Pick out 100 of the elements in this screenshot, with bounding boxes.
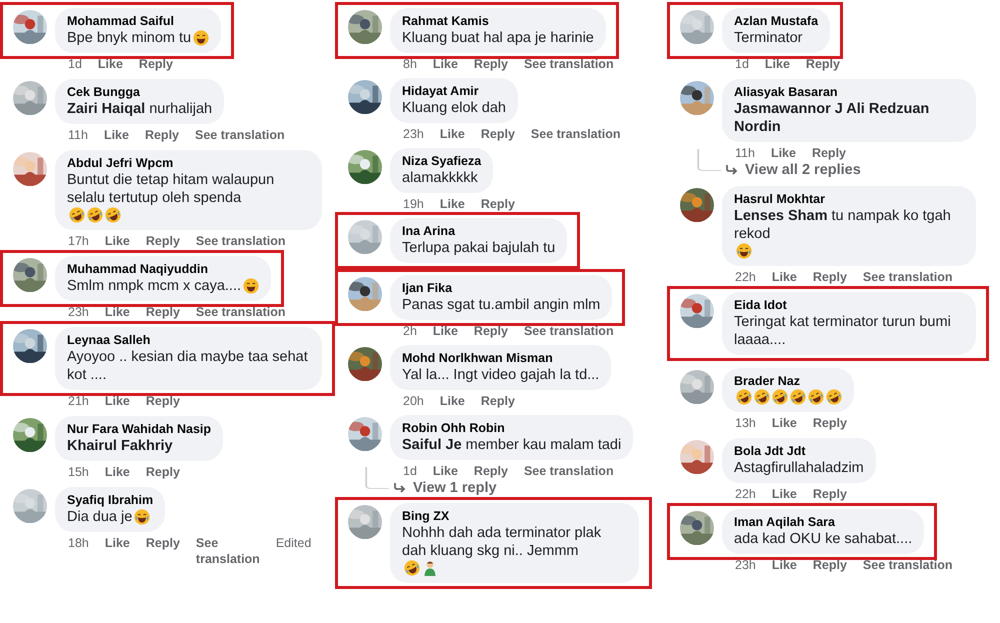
comment-time[interactable]: 23h	[68, 304, 89, 320]
action-link[interactable]: Reply	[146, 393, 180, 409]
comment-time[interactable]: 1d	[735, 56, 749, 72]
action-link[interactable]: Reply	[474, 323, 508, 339]
commenter-name[interactable]: Syafiq Ibrahim	[67, 492, 154, 508]
commenter-name[interactable]: Cek Bungga	[67, 84, 212, 100]
comment-time[interactable]: 13h	[735, 415, 756, 431]
action-link[interactable]: Like	[440, 393, 465, 409]
comment-time[interactable]: 11h	[735, 145, 755, 161]
action-link[interactable]: See translation	[530, 126, 621, 142]
action-link[interactable]: Like	[440, 126, 465, 142]
action-link[interactable]: Reply	[812, 415, 847, 431]
action-link[interactable]: Like	[772, 557, 797, 573]
action-link[interactable]: See translation	[524, 463, 614, 479]
thread-line	[365, 467, 389, 489]
commenter-name[interactable]: Iman Aqilah Sara	[734, 514, 912, 530]
action-link[interactable]: Like	[432, 323, 458, 339]
comment-text: Terminator	[734, 29, 802, 47]
comment-time[interactable]: 19h	[403, 196, 424, 212]
tagged-name[interactable]: Khairul Fakhriy	[67, 437, 173, 455]
action-link[interactable]: See translation	[196, 535, 260, 567]
action-link[interactable]: See translation	[524, 323, 614, 339]
action-link[interactable]: Like	[104, 393, 130, 409]
comment-time[interactable]: 8h	[403, 56, 417, 72]
commenter-name[interactable]: Eida Idot	[734, 297, 964, 313]
action-link[interactable]: Reply	[812, 269, 847, 285]
comment-text: Panas sgat tu.ambil angin mlm	[402, 296, 600, 314]
action-link[interactable]: See translation	[862, 557, 953, 573]
action-link[interactable]: Reply	[812, 145, 846, 161]
comment-time[interactable]: 23h	[403, 126, 424, 142]
action-link[interactable]: Reply	[146, 304, 180, 320]
action-link[interactable]: Reply	[474, 56, 508, 72]
comment-time[interactable]: 1d	[68, 56, 82, 72]
action-link[interactable]: Like	[432, 56, 458, 72]
action-link[interactable]: Reply	[480, 196, 515, 212]
action-link[interactable]: Like	[772, 486, 797, 502]
comment-time[interactable]: 2h	[403, 323, 417, 339]
action-link[interactable]: Like	[432, 463, 458, 479]
commenter-name[interactable]: Rahmat Kamis	[402, 13, 594, 29]
action-link[interactable]: Like	[772, 415, 797, 431]
action-link[interactable]: Like	[104, 127, 129, 143]
action-link[interactable]: Reply	[480, 126, 515, 142]
action-link[interactable]: Reply	[480, 393, 515, 409]
commenter-name[interactable]: Mohd Norlkhwan Misman	[402, 350, 600, 366]
commenter-name[interactable]: Bola Jdt Jdt	[734, 443, 864, 459]
action-link[interactable]: Reply	[146, 464, 180, 480]
view-replies-link[interactable]: View 1 reply	[393, 479, 497, 497]
comment-time[interactable]: 23h	[735, 557, 756, 573]
comment-time[interactable]: 11h	[68, 127, 88, 143]
comment-time[interactable]: 20h	[403, 393, 424, 409]
action-link[interactable]: Like	[104, 304, 130, 320]
action-link[interactable]: See translation	[196, 233, 286, 249]
action-link[interactable]: See translation	[195, 127, 285, 143]
action-link[interactable]: See translation	[524, 56, 614, 72]
comment-time[interactable]: 1d	[403, 463, 417, 479]
action-link[interactable]: Reply	[812, 557, 847, 573]
commenter-name[interactable]: Mohammad Saiful	[67, 13, 210, 29]
action-link[interactable]: Reply	[138, 56, 173, 72]
comment-text: ada kad OKU ke sahabat....	[734, 530, 912, 548]
action-link[interactable]: Like	[104, 535, 130, 551]
action-link[interactable]: Reply	[812, 486, 847, 502]
action-link[interactable]: See translation	[196, 304, 286, 320]
commenter-name[interactable]: Leynaa Salleh	[67, 332, 310, 348]
action-link[interactable]: Reply	[474, 463, 508, 479]
action-link[interactable]: Reply	[144, 127, 179, 143]
view-replies-link[interactable]: View all 2 replies	[725, 161, 861, 179]
action-link[interactable]: Like	[98, 56, 123, 72]
commenter-name[interactable]: Robin Ohh Robin	[402, 420, 622, 436]
commenter-name[interactable]: Hasrul Mokhtar	[734, 191, 964, 207]
comment-time[interactable]: 22h	[735, 269, 756, 285]
action-link[interactable]: Reply	[806, 56, 840, 72]
commenter-name[interactable]: Niza Syafieza	[402, 153, 482, 169]
comment-time[interactable]: 15h	[68, 464, 89, 480]
action-link[interactable]: Like	[104, 233, 130, 249]
commenter-name[interactable]: Ina Arina	[402, 223, 556, 239]
action-link[interactable]: Like	[770, 145, 796, 161]
commenter-name[interactable]: Ijan Fika	[402, 280, 600, 296]
commenter-name[interactable]: Nur Fara Wahidah Nasip	[67, 421, 212, 437]
action-link[interactable]: Like	[440, 196, 465, 212]
laughing-emoji-icon	[69, 207, 85, 223]
commenter-name[interactable]: Bing ZX	[402, 508, 627, 524]
comment-text: alamakkkkk	[402, 169, 478, 187]
commenter-name[interactable]: Aliasyak Basaran	[734, 84, 964, 100]
action-link[interactable]: Like	[764, 56, 790, 72]
action-link[interactable]: See translation	[862, 269, 953, 285]
commenter-name[interactable]: Muhammad Naqiyuddin	[67, 261, 260, 277]
action-link[interactable]: Reply	[146, 233, 180, 249]
commenter-name[interactable]: Hidayat Amir	[402, 83, 506, 99]
comment-time[interactable]: 18h	[68, 535, 89, 551]
commenter-name[interactable]: Brader Naz	[734, 373, 842, 389]
commenter-name[interactable]: Azlan Mustafa	[734, 13, 818, 29]
comment-time[interactable]: 17h	[68, 233, 89, 249]
comment-text: Kluang elok dah	[402, 99, 506, 117]
tagged-name[interactable]: Jasmawannor J Ali Redzuan Nordin	[734, 100, 964, 136]
action-link[interactable]: Like	[772, 269, 797, 285]
action-link[interactable]: Reply	[146, 535, 180, 551]
commenter-name[interactable]: Abdul Jefri Wpcm	[67, 155, 310, 171]
comment-time[interactable]: 21h	[68, 393, 89, 409]
comment-time[interactable]: 22h	[735, 486, 756, 502]
action-link[interactable]: Like	[104, 464, 130, 480]
